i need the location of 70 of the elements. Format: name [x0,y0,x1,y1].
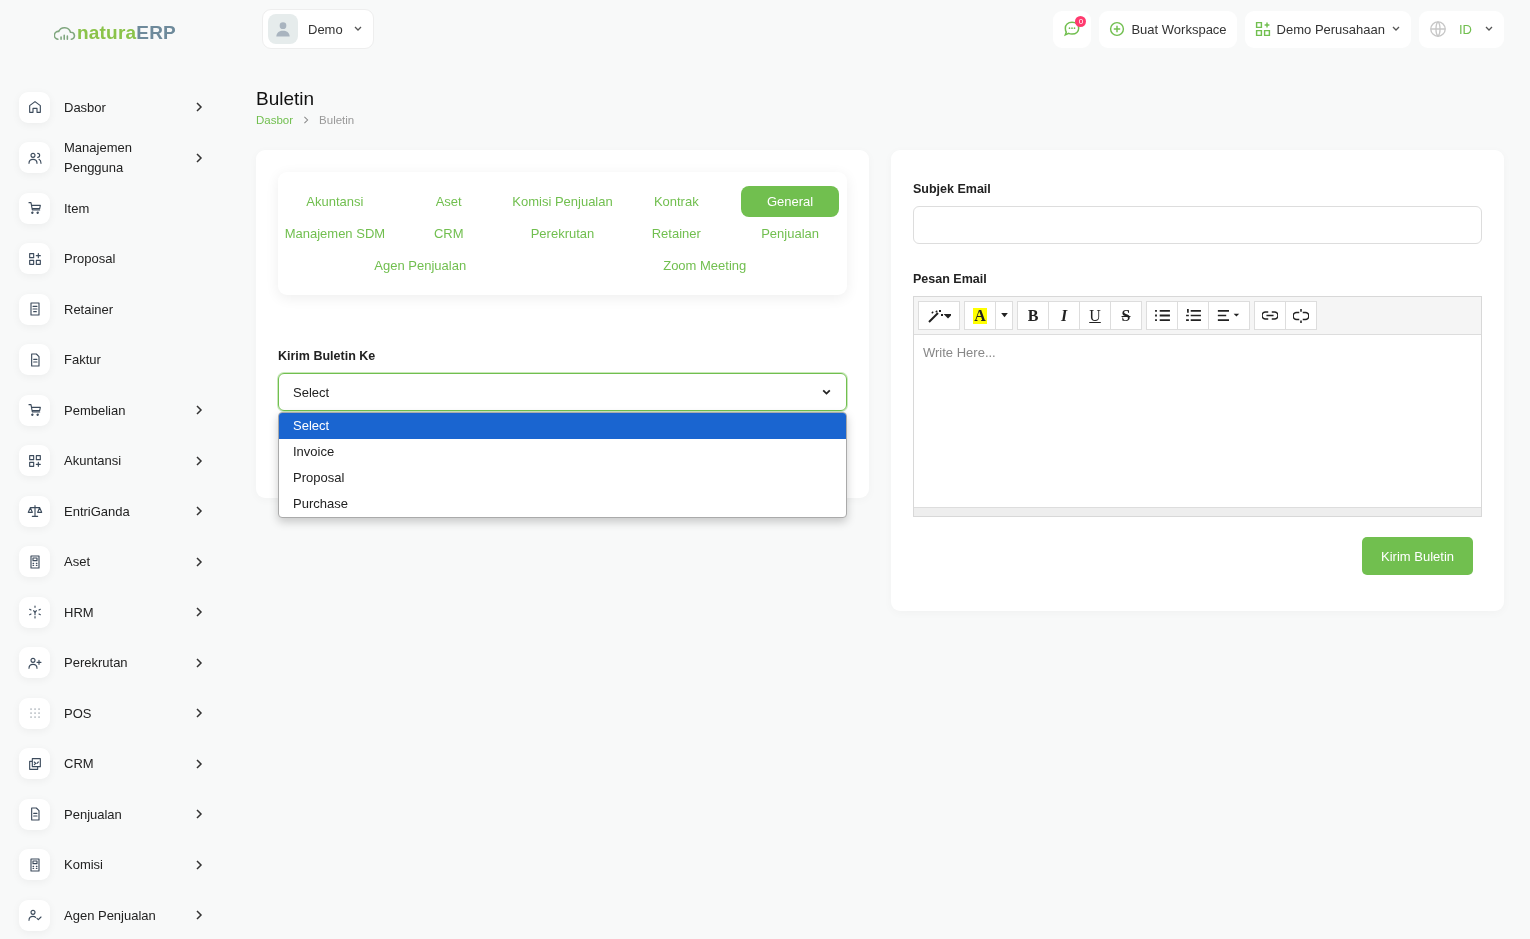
menu-icon [26,503,43,520]
sidebar-item[interactable]: POS [0,688,230,739]
select-field[interactable]: Select [278,373,847,411]
breadcrumb-current: Buletin [319,114,355,126]
sidebar-item[interactable]: Manajemen Pengguna [0,132,230,183]
dropdown-option[interactable]: Select [279,413,846,439]
resize-handle[interactable] [914,507,1481,516]
chevron-right-icon [302,116,311,124]
sidebar-item[interactable]: Pembelian [0,385,230,436]
create-workspace-button[interactable]: Buat Workspace [1099,10,1237,48]
sidebar-item[interactable]: Aset [0,536,230,587]
menu-icon [26,99,43,116]
cloud-chart-icon [54,25,76,41]
italic-button[interactable]: I [1048,301,1080,330]
company-menu-button[interactable]: Demo Perusahaan [1244,10,1411,48]
field-label: Kirim Buletin Ke [278,349,377,363]
highlight-color-button[interactable]: A [964,301,996,330]
unlink-icon [1293,308,1309,323]
sidebar-item[interactable]: Faktur [0,334,230,385]
brand-logo: naturaERP [0,0,230,66]
subject-input-field[interactable] [913,206,1482,244]
avatar-icon [268,14,298,44]
sidebar-item[interactable]: Penjualan [0,789,230,840]
dropdown-option[interactable]: Proposal [279,465,846,491]
sidebar-item[interactable]: Retainer [0,284,230,335]
bold-button[interactable]: B [1017,301,1049,330]
strike-button[interactable]: S [1110,301,1142,330]
menu-icon [26,604,43,621]
placeholder-text: Write Here... [923,345,996,360]
caret-icon [1000,313,1008,318]
notification-count: 0 [1075,15,1087,27]
sidebar-item[interactable]: Akuntansi [0,435,230,486]
sidebar-item[interactable]: Komisi [0,839,230,890]
magic-wand-icon [927,307,951,324]
link-button[interactable] [1254,301,1286,330]
menu-icon [26,907,43,924]
sidebar-item[interactable]: CRM [0,738,230,789]
bullet-list-button[interactable] [1146,301,1178,330]
dropdown-option[interactable]: Purchase [279,491,846,517]
dropdown-option[interactable]: Invoice [279,439,846,465]
menu-icon [26,250,43,267]
numbered-list-icon [1185,309,1201,322]
style-button[interactable] [918,301,960,330]
sidebar-item[interactable]: Perekrutan [0,637,230,688]
page-title: Buletin [256,88,316,110]
message-input-field[interactable]: Write Here... [914,335,1481,507]
menu-icon [26,755,43,772]
align-left-icon [1217,309,1241,322]
menu-icon [26,452,43,469]
menu-icon [26,402,43,419]
bullet-list-icon [1154,309,1170,322]
sidebar-item[interactable]: Agen Penjualan [0,890,230,939]
sidebar-item[interactable]: Dasbor [0,82,230,133]
unlink-button[interactable] [1285,301,1317,330]
grid-plus-icon [1254,21,1271,37]
menu-icon [26,200,43,217]
align-button[interactable] [1208,301,1250,330]
plus-circle-icon [1109,21,1126,37]
numbered-list-button[interactable] [1177,301,1209,330]
field-label: Pesan Email [913,272,988,286]
color-dropdown-button[interactable] [995,301,1013,330]
globe-icon [1429,20,1447,38]
link-icon [1262,311,1278,320]
sidebar-item[interactable]: Item [0,183,230,234]
user-menu-button[interactable]: Demo [262,9,374,49]
sidebar-item[interactable]: HRM [0,587,230,638]
underline-button[interactable]: U [1079,301,1111,330]
field-label: Subjek Email [913,182,992,196]
sidebar-item[interactable]: Proposal [0,233,230,284]
sidebar-item[interactable]: EntriGanda [0,486,230,537]
